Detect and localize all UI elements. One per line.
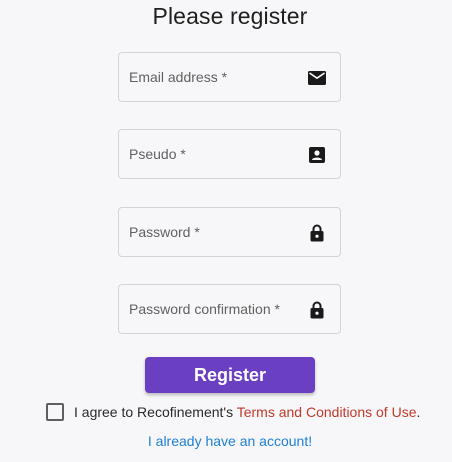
lock-icon bbox=[307, 300, 327, 320]
page-title: Please register bbox=[152, 3, 308, 29]
terms-agreement: I agree to Recofinement's Terms and Cond… bbox=[46, 402, 420, 422]
password-confirmation-field[interactable]: Password confirmation * bbox=[118, 284, 341, 334]
terms-checkbox[interactable] bbox=[46, 403, 64, 421]
password-field[interactable]: Password * bbox=[118, 207, 341, 257]
login-link[interactable]: I already have an account! bbox=[0, 433, 452, 449]
pseudo-field-label: Pseudo * bbox=[129, 146, 186, 162]
register-button[interactable]: Register bbox=[145, 357, 315, 393]
password-field-label: Password * bbox=[129, 224, 200, 240]
terms-link[interactable]: Terms and Conditions of Use bbox=[237, 404, 417, 420]
lock-icon bbox=[307, 223, 327, 243]
terms-agreement-text: I agree to Recofinement's Terms and Cond… bbox=[74, 404, 420, 420]
password-confirmation-field-label: Password confirmation * bbox=[129, 301, 280, 317]
email-field-label: Email address * bbox=[129, 69, 228, 85]
contact-card-icon bbox=[307, 145, 327, 165]
email-field[interactable]: Email address * bbox=[118, 52, 341, 102]
terms-agreement-suffix: . bbox=[416, 404, 421, 420]
pseudo-field[interactable]: Pseudo * bbox=[118, 129, 341, 179]
terms-agreement-prefix: I agree to Recofinement's bbox=[74, 404, 237, 420]
email-icon bbox=[307, 68, 327, 88]
